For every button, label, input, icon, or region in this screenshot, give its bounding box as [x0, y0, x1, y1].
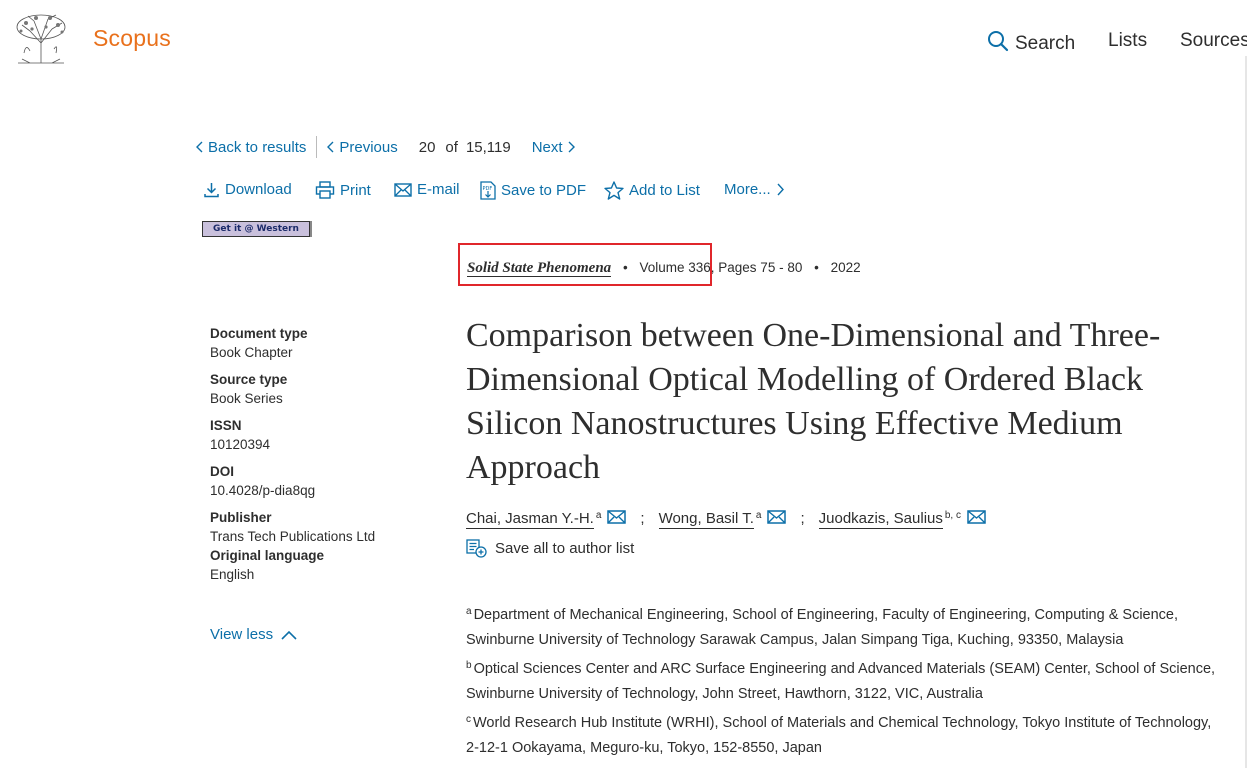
language-label: Original language	[210, 548, 325, 563]
nav-search-label: Search	[1015, 33, 1076, 54]
more-label: More...	[724, 181, 771, 198]
affiliation-key: a	[466, 606, 472, 617]
email-label: E-mail	[417, 181, 460, 198]
download-button[interactable]: Download	[203, 181, 292, 198]
result-navigation: Back to results Previous 20 of 15,119 Ne…	[196, 136, 575, 158]
chevron-left-icon	[196, 141, 203, 153]
save-pdf-button[interactable]: PDF Save to PDF	[480, 181, 586, 200]
add-to-list-button[interactable]: Add to List	[604, 181, 700, 200]
chevron-right-icon	[777, 183, 784, 196]
result-position: 20	[418, 138, 436, 156]
author-affiliation-sup: a	[595, 510, 602, 521]
separator-dot: •	[814, 260, 819, 275]
affiliation-key: b	[466, 660, 472, 671]
author: Wong, Basil T. a	[658, 510, 787, 529]
download-icon	[204, 183, 219, 198]
divider	[316, 136, 318, 158]
author-name-link[interactable]: Juodkazis, Saulius	[818, 510, 943, 529]
author: Juodkazis, Saulius b, c	[818, 510, 986, 529]
next-label: Next	[531, 138, 563, 156]
highlight-box	[458, 243, 712, 286]
language-value: English	[210, 567, 255, 582]
search-icon	[987, 30, 1009, 58]
download-label: Download	[225, 181, 292, 198]
affiliation-b: b Optical Sciences Center and ARC Surface…	[466, 653, 1226, 707]
envelope-icon	[394, 182, 412, 197]
author-affiliation-sup: a	[755, 510, 762, 521]
affiliation-text: Optical Sciences Center and ARC Surface …	[466, 661, 1216, 702]
printer-icon	[315, 181, 335, 199]
author-name-link[interactable]: Wong, Basil T.	[658, 510, 754, 529]
next-link[interactable]: Next	[532, 139, 575, 156]
doi-value: 10.4028/p-dia8qg	[210, 483, 316, 498]
envelope-icon[interactable]	[767, 510, 787, 524]
chevron-left-icon	[327, 141, 334, 153]
get-it-western-button[interactable]: Get it @ Western	[202, 221, 310, 237]
author-list: Chai, Jasman Y.-H. a ; Wong, Basil T. a …	[466, 510, 986, 529]
pdf-icon: PDF	[480, 181, 496, 200]
source-type-value: Book Series	[210, 391, 283, 406]
result-of: of	[445, 138, 458, 156]
doc-type-value: Book Chapter	[210, 345, 293, 360]
issn-label: ISSN	[210, 418, 242, 433]
issn-value: 10120394	[210, 437, 271, 452]
view-less-label: View less	[210, 626, 274, 643]
author-separator: ;	[640, 510, 645, 527]
result-total: 15,119	[465, 138, 511, 156]
pages: Pages 75 - 80	[718, 260, 803, 275]
chevron-up-icon	[281, 630, 297, 640]
year: 2022	[830, 260, 861, 275]
save-all-label: Save all to author list	[495, 540, 635, 557]
save-all-authors-button[interactable]: Save all to author list	[466, 539, 634, 558]
source-type-label: Source type	[210, 372, 288, 387]
document-metadata: Document type Book Chapter Source type B…	[210, 326, 450, 594]
star-icon	[604, 181, 624, 200]
print-button[interactable]: Print	[315, 181, 371, 199]
previous-link[interactable]: Previous	[327, 138, 398, 156]
print-label: Print	[340, 181, 371, 199]
chevron-right-icon	[568, 141, 575, 153]
more-button[interactable]: More...	[724, 181, 784, 198]
previous-label: Previous	[339, 138, 398, 156]
email-button[interactable]: E-mail	[394, 181, 460, 198]
save-pdf-label: Save to PDF	[501, 182, 587, 199]
doi-label: DOI	[210, 464, 235, 479]
nav-search[interactable]: Search	[987, 30, 1075, 58]
scopus-brand[interactable]: Scopus	[93, 25, 171, 52]
add-to-list-icon	[466, 539, 487, 558]
doc-type-label: Document type	[210, 326, 308, 341]
nav-lists[interactable]: Lists	[1108, 30, 1147, 52]
publisher-label: Publisher	[210, 510, 272, 525]
affiliation-text: World Research Hub Institute (WRHI), Sch…	[466, 715, 1212, 756]
elsevier-logo[interactable]	[12, 13, 70, 67]
affiliation-text: Department of Mechanical Engineering, Sc…	[466, 607, 1179, 648]
view-less-toggle[interactable]: View less	[210, 626, 297, 643]
affiliation-a: a Department of Mechanical Engineering, S…	[466, 599, 1226, 653]
back-to-results-label: Back to results	[208, 138, 307, 156]
affiliation-key: c	[466, 714, 471, 725]
author-name-link[interactable]: Chai, Jasman Y.-H.	[466, 510, 594, 529]
affiliation-c: c World Research Hub Institute (WRHI), Sc…	[466, 707, 1226, 761]
document-title: Comparison between One-Dimensional and T…	[466, 317, 1161, 486]
add-to-list-label: Add to List	[629, 182, 700, 199]
author-separator: ;	[800, 510, 805, 527]
envelope-icon[interactable]	[967, 510, 986, 524]
author-affiliation-sup: b, c	[944, 510, 961, 521]
nav-sources[interactable]: Sources	[1180, 30, 1247, 52]
author: Chai, Jasman Y.-H. a	[466, 510, 627, 529]
envelope-icon[interactable]	[607, 510, 627, 524]
publisher-value: Trans Tech Publications Ltd	[210, 529, 376, 544]
back-to-results-link[interactable]: Back to results	[196, 139, 306, 156]
